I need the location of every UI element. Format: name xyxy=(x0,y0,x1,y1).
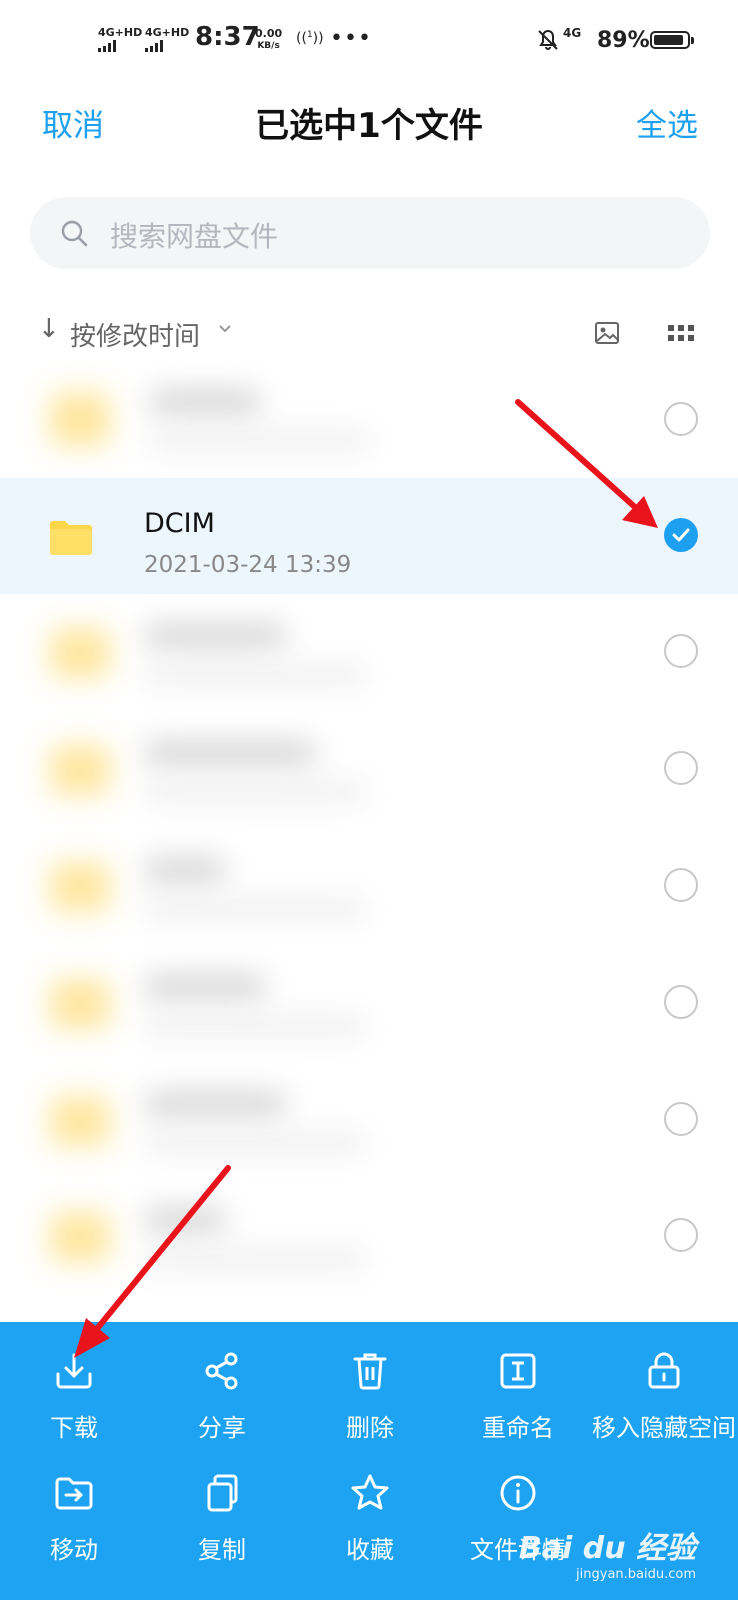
arrow-to-checkbox-icon xyxy=(515,399,658,528)
arrow-to-download-icon xyxy=(74,1165,231,1358)
annotation-arrows xyxy=(74,399,658,1358)
